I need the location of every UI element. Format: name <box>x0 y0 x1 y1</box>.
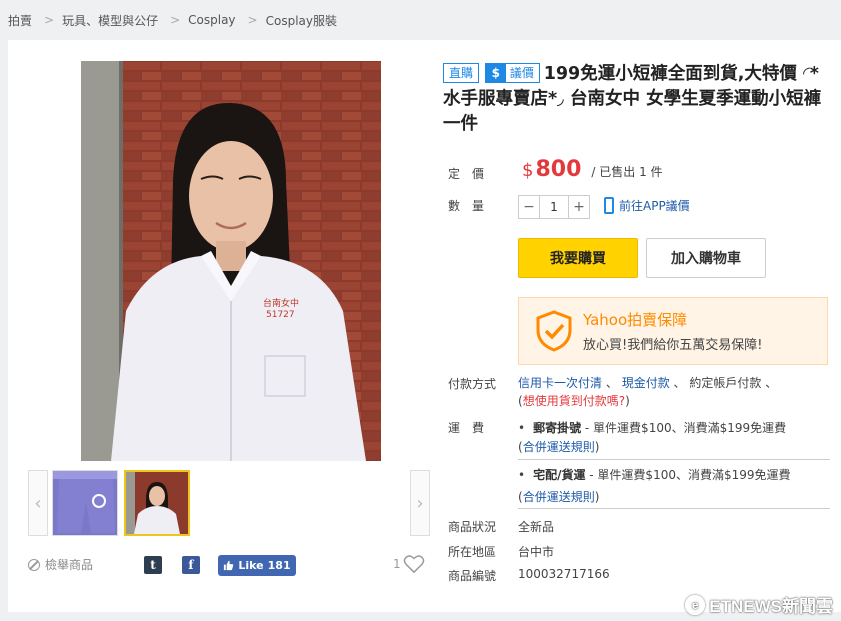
mobile-phone-icon <box>604 197 614 214</box>
ettoday-logo-icon: e <box>685 594 706 615</box>
shipping-option-detail: - 單件運費$100、消費滿$199免運費 <box>581 421 787 435</box>
breadcrumb: 拍賣 > 玩具、模型與公仔 > Cosplay > Cosplay服裝 <box>0 0 841 40</box>
dollar-icon: $ <box>485 64 506 82</box>
payment-separator: 、 <box>605 376 618 390</box>
breadcrumb-separator: > <box>44 13 55 27</box>
shield-check-icon <box>536 310 572 352</box>
breadcrumb-item-cosplay-costume[interactable]: Cosplay服裝 <box>266 12 337 29</box>
quantity-increase-button[interactable]: + <box>569 196 589 218</box>
facebook-share-icon[interactable]: f <box>182 556 200 574</box>
thumbnail-uniform[interactable] <box>124 470 190 536</box>
guarantee-title: Yahoo拍賣保障 <box>583 311 688 329</box>
thumbnail-prev-button[interactable]: ‹ <box>28 470 48 536</box>
divider <box>518 508 830 509</box>
direct-buy-badge: 直購 <box>443 63 480 83</box>
main-product-image[interactable]: 台南女中 51727 <box>81 61 381 461</box>
price-row: $ 800 / 已售出 1 件 <box>522 157 663 182</box>
thumbnail-shorts-image <box>53 471 117 535</box>
location-label: 所在地區 <box>448 545 497 559</box>
shipping-option: • 宅配/貨運 - 單件運費$100、消費滿$199免運費 <box>518 466 830 483</box>
payment-separator: 、 <box>673 376 686 390</box>
main-product-image-illustration: 台南女中 51727 <box>81 61 381 461</box>
condition-label: 商品狀況 <box>448 520 497 534</box>
payment-separator: 、 <box>765 376 778 390</box>
breadcrumb-separator: > <box>170 13 181 27</box>
cash-on-delivery-link[interactable]: 想使用貨到付款嗎? <box>523 394 625 408</box>
report-item-label: 檢舉商品 <box>45 558 94 572</box>
payment-cash[interactable]: 現金付款 <box>622 376 670 390</box>
breadcrumb-item-toys[interactable]: 玩具、模型與公仔 <box>62 12 158 29</box>
thumbnail-shorts[interactable] <box>52 470 118 536</box>
payment-credit-card[interactable]: 信用卡一次付清 <box>518 376 602 390</box>
product-title-block: 直購 $ 議價 199免運小短褲全面到貨,大特價 ◜*水手服專賣店*◞ 台南女中 … <box>443 62 833 137</box>
breadcrumb-separator: > <box>247 13 258 27</box>
embroidered-student-number: 51727 <box>266 310 295 320</box>
guarantee-description: 放心買!我們給你五萬交易保障! <box>583 338 763 353</box>
shipping-label: 運 費 <box>448 421 485 435</box>
tumblr-share-icon[interactable]: t <box>144 556 162 574</box>
app-bargain-label: 前往APP議價 <box>619 199 690 213</box>
breadcrumb-item-cosplay[interactable]: Cosplay <box>188 13 235 27</box>
currency-symbol: $ <box>522 160 534 181</box>
thumbs-up-icon <box>224 560 234 571</box>
divider <box>518 459 830 460</box>
ettoday-watermark: e ETNEWS新聞雲 <box>685 592 833 617</box>
item-id-label: 商品編號 <box>448 569 497 583</box>
add-to-cart-button[interactable]: 加入購物車 <box>646 238 766 278</box>
breadcrumb-item-auction[interactable]: 拍賣 <box>8 12 32 29</box>
app-bargain-link[interactable]: 前往APP議價 <box>604 197 690 214</box>
rule-close-paren: ) <box>594 490 600 504</box>
shipping-rule-line: (合併運送規則) <box>518 438 830 455</box>
rule-close-paren: ) <box>594 440 600 454</box>
watermark-text: ETNEWS新聞雲 <box>709 597 833 616</box>
heart-icon <box>403 555 424 574</box>
shipping-option-name: 宅配/貨運 <box>533 468 586 482</box>
ban-icon <box>28 558 40 571</box>
bargain-label: 議價 <box>509 66 534 80</box>
combined-shipping-rule-link[interactable]: 合併運送規則 <box>523 490 595 504</box>
sold-count: / 已售出 1 件 <box>591 165 663 179</box>
facebook-like-button[interactable]: Like 181 <box>218 555 296 576</box>
shipping-option-detail: - 單件運費$100、消費滿$199免運費 <box>585 468 791 482</box>
thumbnail-next-button[interactable]: › <box>410 470 430 536</box>
list-bullet: • <box>518 421 526 435</box>
product-card: 台南女中 51727 ‹ › 檢舉商品 t f Like 181 1 直購 $ … <box>8 40 841 612</box>
price-label: 定 價 <box>448 167 485 181</box>
yahoo-guarantee-banner[interactable]: Yahoo拍賣保障 放心買!我們給你五萬交易保障! <box>518 297 828 365</box>
product-price: 800 <box>535 157 582 182</box>
quantity-decrease-button[interactable]: − <box>519 196 539 218</box>
quantity-stepper: − 1 + <box>518 195 590 219</box>
location-value: 台中市 <box>518 545 555 559</box>
shipping-option: • 郵寄掛號 - 單件運費$100、消費滿$199免運費 <box>518 419 830 436</box>
favorite-count: 1 <box>393 557 401 571</box>
embroidered-school-name: 台南女中 <box>263 297 299 309</box>
payment-label: 付款方式 <box>448 377 497 391</box>
buy-now-button[interactable]: 我要購買 <box>518 238 638 278</box>
shipping-option-name: 郵寄掛號 <box>533 421 582 435</box>
like-label: Like <box>238 559 264 572</box>
like-count: 181 <box>267 559 291 572</box>
quantity-label: 數 量 <box>448 199 485 213</box>
condition-value: 全新品 <box>518 520 555 534</box>
payment-methods: 信用卡一次付清 、 現金付款 、 約定帳戶付款 、 <box>518 374 777 391</box>
thumbnail-uniform-image <box>126 472 188 534</box>
cash-on-delivery-line: (想使用貨到付款嗎?) <box>518 392 630 409</box>
report-item-link[interactable]: 檢舉商品 <box>28 556 93 573</box>
item-id-value: 100032717166 <box>518 567 610 581</box>
bargain-badge: $ 議價 <box>484 63 540 83</box>
payment-bank-transfer: 約定帳戶付款 <box>689 376 762 390</box>
list-bullet: • <box>518 468 526 482</box>
favorite-button[interactable]: 1 <box>393 554 425 574</box>
combined-shipping-rule-link[interactable]: 合併運送規則 <box>523 440 595 454</box>
shipping-rule-line: (合併運送規則) <box>518 488 830 505</box>
quantity-input[interactable]: 1 <box>539 196 569 218</box>
cod-close-paren: ) <box>625 394 630 408</box>
